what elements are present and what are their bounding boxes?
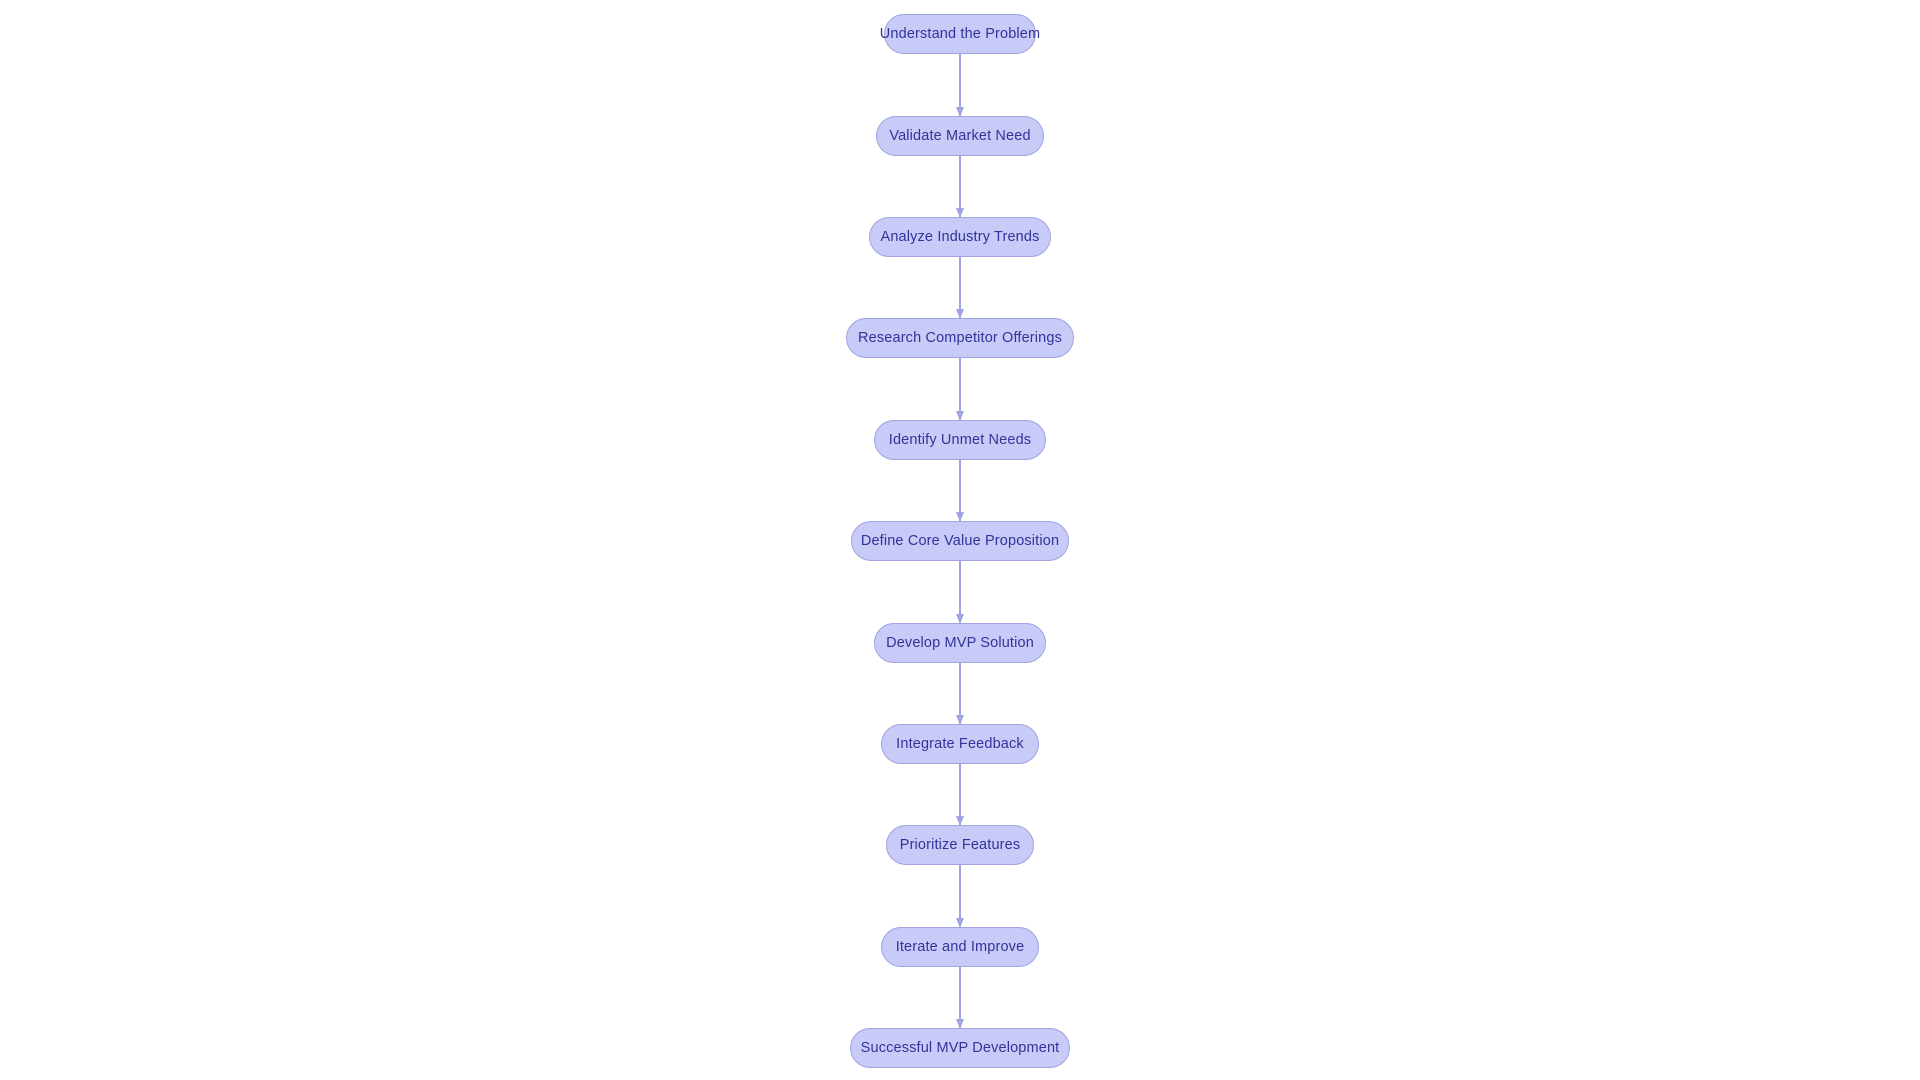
flow-node-label: Research Competitor Offerings <box>858 329 1062 346</box>
flow-node-label: Validate Market Need <box>889 127 1031 144</box>
flow-node-label: Analyze Industry Trends <box>880 228 1040 245</box>
flow-node-label: Iterate and Improve <box>895 938 1025 955</box>
flow-node[interactable]: Successful MVP Development <box>850 1028 1070 1068</box>
flow-node-label: Successful MVP Development <box>860 1039 1060 1056</box>
flow-node[interactable]: Prioritize Features <box>886 825 1034 865</box>
flow-node-label: Understand the Problem <box>879 25 1041 42</box>
flow-node[interactable]: Develop MVP Solution <box>874 623 1046 663</box>
flow-node[interactable]: Research Competitor Offerings <box>846 318 1074 358</box>
flow-node-label: Integrate Feedback <box>896 735 1024 752</box>
flow-node[interactable]: Analyze Industry Trends <box>869 217 1051 257</box>
flow-node[interactable]: Validate Market Need <box>876 116 1044 156</box>
flow-node[interactable]: Integrate Feedback <box>881 724 1039 764</box>
node-layer: Understand the Problem Validate Market Ne… <box>0 0 1920 1080</box>
flow-node-label: Prioritize Features <box>899 836 1021 853</box>
flow-node-label: Identify Unmet Needs <box>888 431 1032 448</box>
flow-node[interactable]: Understand the Problem <box>880 14 1040 54</box>
flow-node[interactable]: Identify Unmet Needs <box>874 420 1046 460</box>
flow-node[interactable]: Iterate and Improve <box>881 927 1039 967</box>
flow-node[interactable]: Define Core Value Proposition <box>851 521 1069 561</box>
flow-node-label: Develop MVP Solution <box>886 634 1034 651</box>
flowchart-canvas: Understand the Problem Validate Market Ne… <box>0 0 1920 1080</box>
flow-node-label: Define Core Value Proposition <box>860 532 1060 549</box>
